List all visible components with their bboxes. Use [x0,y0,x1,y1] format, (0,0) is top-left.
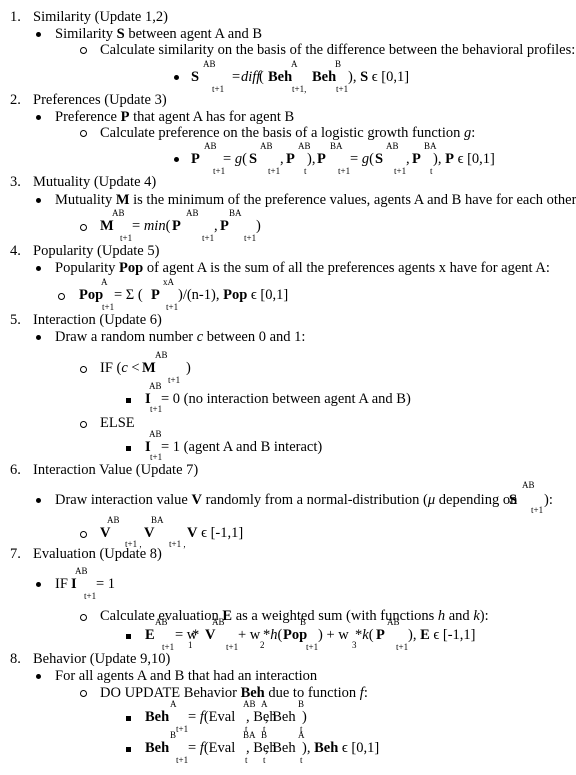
list-item: Similarity S between agent A and B [55,26,263,42]
section-title: Interaction (Update 6) [33,312,162,328]
square-bullet-icon [126,398,131,403]
bullet-icon [36,582,41,587]
circle-bullet-icon [80,47,87,54]
section-title: Popularity (Update 5) [33,243,160,259]
list-item: Draw a random number c between 0 and 1: [55,329,306,345]
list-number: 5. [10,312,21,328]
section-title: Preferences (Update 3) [33,92,167,108]
circle-bullet-icon [80,690,87,697]
circle-bullet-icon [80,130,87,137]
circle-bullet-icon [80,421,87,428]
square-bullet-icon [126,634,131,639]
section-title: Interaction Value (Update 7) [33,462,199,478]
bullet-icon [36,498,41,503]
bullet-icon [36,32,41,37]
circle-bullet-icon [80,531,87,538]
list-number: 8. [10,651,21,667]
list-item: Mutuality M is the minimum of the prefer… [55,192,576,208]
section-title: Behavior (Update 9,10) [33,651,171,667]
circle-bullet-icon [80,224,87,231]
square-bullet-icon [126,747,131,752]
square-bullet-icon [126,716,131,721]
bullet-icon [36,335,41,340]
bullet-icon [36,266,41,271]
circle-bullet-icon [80,614,87,621]
bullet-icon [36,198,41,203]
square-bullet-icon [126,446,131,451]
list-item: Calculate similarity on the basis of the… [100,42,576,58]
list-item: Popularity Pop of agent A is the sum of … [55,260,550,276]
bullet-icon [174,75,179,80]
circle-bullet-icon [80,366,87,373]
list-number: 3. [10,174,21,190]
list-number: 2. [10,92,21,108]
list-number: 6. [10,462,21,478]
list-item: For all agents A and B that had an inter… [55,668,318,684]
section-title: Evaluation (Update 8) [33,546,162,562]
section-title: Mutuality (Update 4) [33,174,157,190]
section-title: Similarity (Update 1,2) [33,9,168,25]
else-label: ELSE [100,415,135,431]
bullet-icon [36,115,41,120]
list-number: 4. [10,243,21,259]
bullet-icon [174,157,179,162]
bullet-icon [36,674,41,679]
circle-bullet-icon [58,293,65,300]
list-number: 7. [10,546,21,562]
list-item: Calculate preference on the basis of a l… [100,125,476,141]
list-item: Preference P that agent A has for agent … [55,109,295,125]
list-number: 1. [10,9,21,25]
list-item: DO UPDATE Behavior Beh due to function f… [100,685,368,701]
